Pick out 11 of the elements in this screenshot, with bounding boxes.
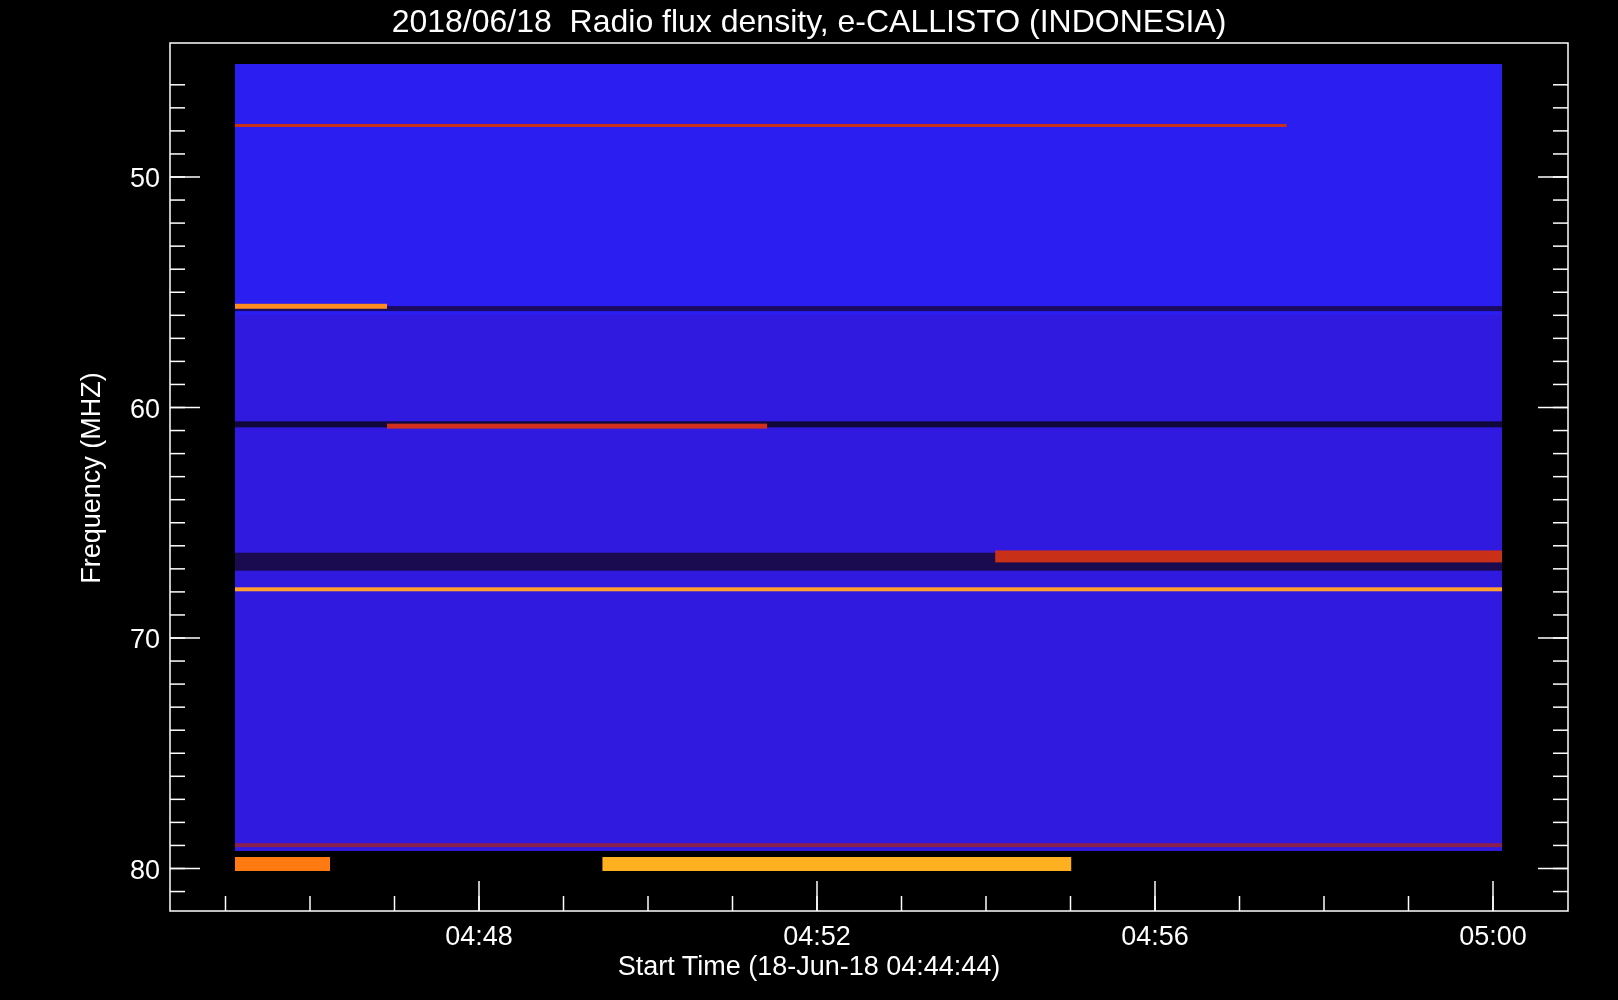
tick-label: 04:56 [1121, 921, 1189, 951]
axis-label: Frequency (MHZ) [76, 372, 106, 584]
tick-label: 60 [129, 393, 160, 424]
chart-title: 2018/06/18 Radio flux density, e-CALLISTO (INDONESIA) [391, 3, 1227, 39]
axis-label: Start Time (18-Jun-18 04:44:44) [617, 951, 1001, 981]
tick-label: 05:00 [1459, 921, 1527, 951]
tick-label: 04:48 [445, 921, 513, 951]
tick-label: 70 [129, 624, 160, 654]
tick-label: 50 [129, 163, 160, 193]
tick-label: 04:52 [783, 921, 851, 951]
tick-label: 80 [129, 854, 160, 885]
